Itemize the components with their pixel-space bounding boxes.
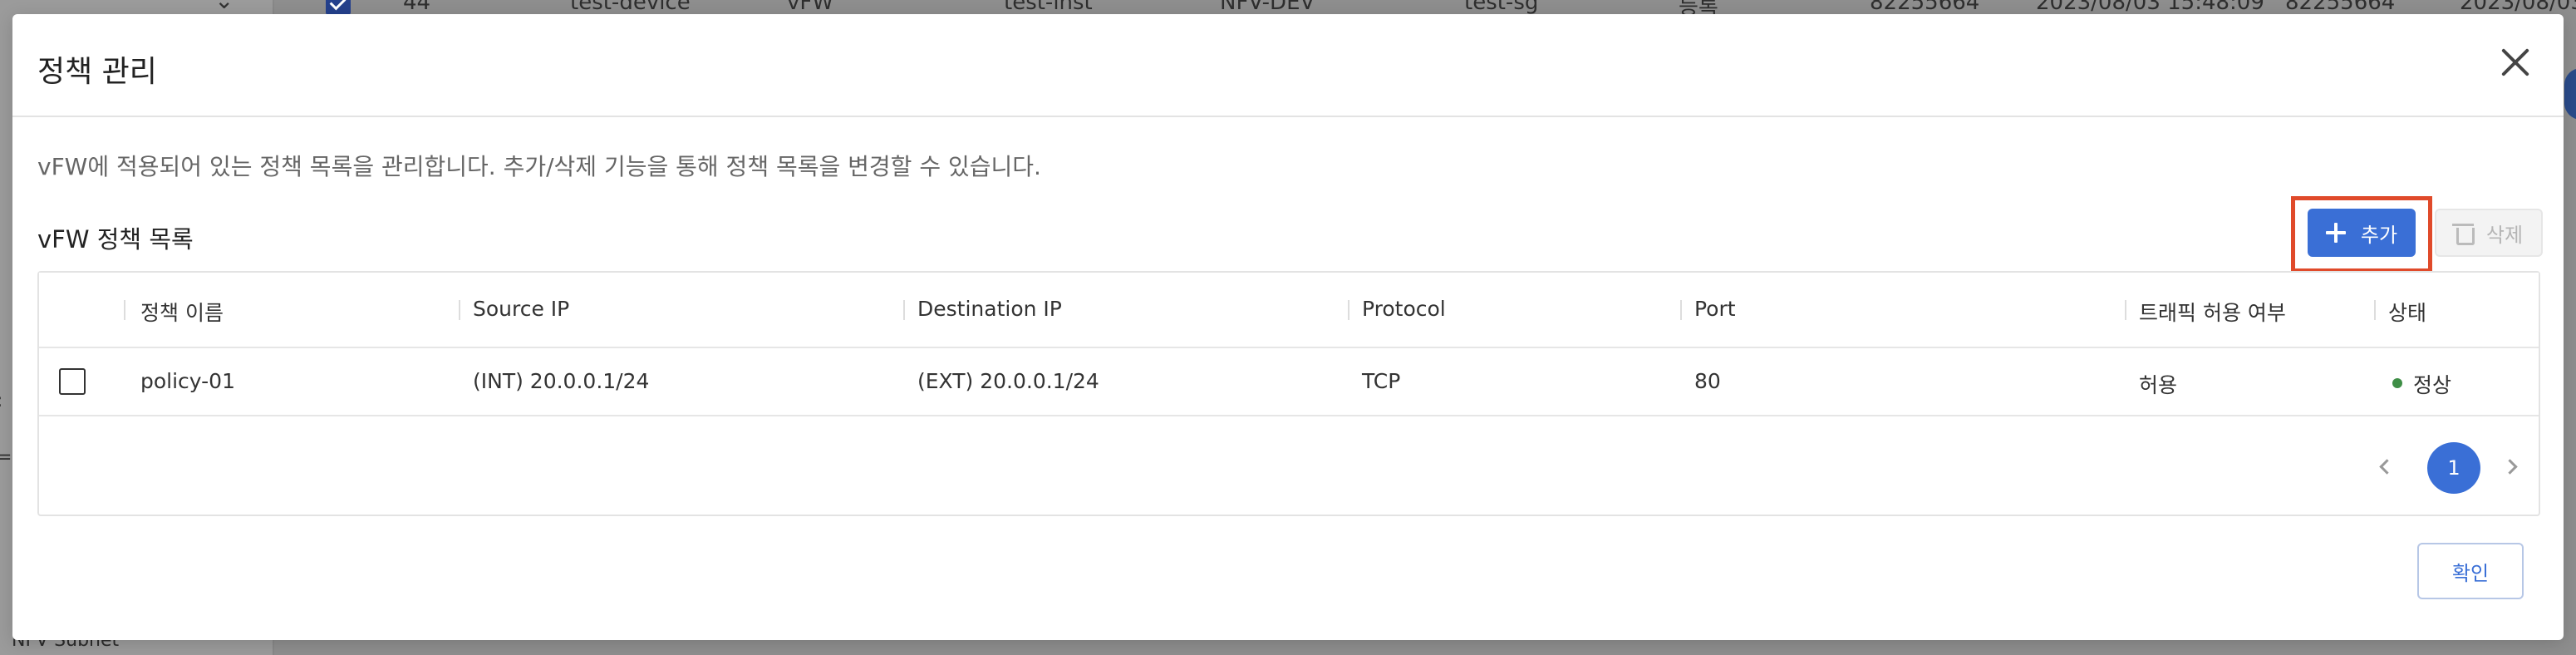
bg-date1: 2023/08/03 15:48:09 <box>2036 0 2264 15</box>
cell-source-ip: (INT) 20.0.0.1/24 <box>473 369 650 393</box>
add-button[interactable]: 추가 <box>2308 209 2416 257</box>
header-traffic-allowed[interactable]: 트래픽 허용 여부 <box>2139 297 2286 327</box>
modal-description: vFW에 적용되어 있는 정책 목록을 관리합니다. 추가/삭제 기능을 통해 … <box>37 153 1041 180</box>
column-separator <box>459 300 460 320</box>
header-port[interactable]: Port <box>1694 297 1736 321</box>
confirm-button[interactable]: 확인 <box>2417 543 2524 599</box>
cell-policy-name: policy-01 <box>140 369 235 393</box>
close-icon[interactable] <box>2497 44 2534 81</box>
table-header: 정책 이름 Source IP Destination IP Protocol … <box>39 273 2539 348</box>
bg-zone: NFV-DEV <box>1220 0 1315 15</box>
chevron-right-icon[interactable] <box>2500 455 2523 478</box>
column-separator <box>124 300 125 320</box>
table-row[interactable]: policy-01 (INT) 20.0.0.1/24 (EXT) 20.0.0… <box>39 348 2539 416</box>
delete-button[interactable]: 삭제 <box>2435 209 2543 257</box>
column-separator <box>1348 300 1349 320</box>
add-button-label: 추가 <box>2360 223 2398 247</box>
policy-table: 정책 이름 Source IP Destination IP Protocol … <box>37 271 2540 516</box>
status-dot-icon <box>2392 378 2402 388</box>
header-protocol[interactable]: Protocol <box>1362 297 1446 321</box>
bg-reg-status: 등록 <box>1679 0 1718 15</box>
trash-icon <box>2451 222 2475 245</box>
cell-port: 80 <box>1694 369 1721 393</box>
pagination-page-1[interactable]: 1 <box>2427 442 2480 494</box>
header-destination-ip[interactable]: Destination IP <box>917 297 1062 321</box>
cell-destination-ip: (EXT) 20.0.0.1/24 <box>917 369 1099 393</box>
bg-instance: test-inst <box>1004 0 1093 15</box>
bg-type: vFW <box>787 0 834 15</box>
sidebar-glyph: : <box>0 391 2 411</box>
policy-management-modal: 정책 관리 vFW에 적용되어 있는 정책 목록을 관리합니다. 추가/삭제 기… <box>12 14 2564 640</box>
column-separator <box>903 300 905 320</box>
header-status[interactable]: 상태 <box>2388 297 2426 327</box>
cell-traffic-allowed: 허용 <box>2139 373 2178 397</box>
bg-index: 44 <box>403 0 431 15</box>
background-floating-button <box>2564 68 2576 120</box>
chevron-down-icon: ⌄ <box>214 0 234 14</box>
column-separator <box>2374 300 2376 320</box>
modal-title: 정책 관리 <box>37 55 157 89</box>
plus-icon <box>2325 223 2346 243</box>
delete-button-label: 삭제 <box>2485 223 2524 247</box>
cell-protocol: TCP <box>1362 369 1401 393</box>
column-separator <box>1680 300 1682 320</box>
section-title: vFW 정책 목록 <box>37 225 194 254</box>
bg-id1: 82255664 <box>1870 0 1980 15</box>
sidebar-glyph: = <box>0 447 12 468</box>
background-table-row: 44 test-device vFW test-inst NFV-DEV tes… <box>274 0 2576 15</box>
modal-header: 정책 관리 <box>12 14 2564 117</box>
header-source-ip[interactable]: Source IP <box>473 297 569 321</box>
row-checkbox[interactable] <box>59 368 86 395</box>
cell-status: 정상 <box>2413 373 2452 397</box>
bg-id2: 82255664 <box>2285 0 2396 15</box>
bg-sg: test-sg <box>1464 0 1539 15</box>
column-separator <box>2125 300 2126 320</box>
header-policy-name[interactable]: 정책 이름 <box>140 297 224 327</box>
chevron-left-icon[interactable] <box>2373 455 2397 478</box>
bg-date2: 2023/08/03 <box>2460 0 2576 15</box>
bg-device: test-device <box>570 0 691 15</box>
